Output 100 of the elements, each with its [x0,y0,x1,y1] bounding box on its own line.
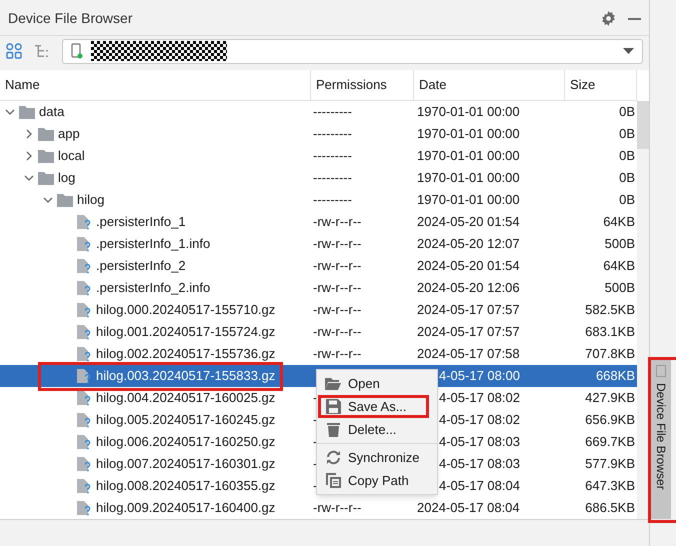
size-cell-text: 500B [604,235,635,254]
size-cell-text: 686.5KB [585,499,635,518]
column-header[interactable]: Name [0,70,311,100]
date-cell-text: 4-05-17 08:02 [439,411,520,430]
menu-item[interactable]: Copy Path [317,469,437,492]
date-cell-text: 2024-05-20 12:06 [417,279,520,298]
date-cell-text: 1970-01-01 00:00 [417,169,520,188]
size-cell-text: 64KB [603,213,635,232]
file-name[interactable]: app [58,124,80,144]
file-name[interactable]: hilog.001.20240517-155724.gz [96,322,276,342]
folder-icon [325,376,341,390]
date-cell-text: 2024-05-17 07:58 [417,345,520,364]
folder-icon [38,149,54,163]
grid-icon[interactable] [6,43,22,59]
file-name[interactable]: local [58,146,85,166]
chevron-right-icon[interactable] [24,129,34,139]
file-name[interactable]: .persisterInfo_2.info [96,278,210,298]
copy-icon [326,473,340,488]
device-dropdown[interactable] [62,38,643,64]
menu-item[interactable]: Save As... [317,395,437,418]
date-cell-text: 4-05-17 08:04 [439,477,520,496]
scrollbar[interactable] [637,70,649,519]
unknown-file-icon [76,478,92,494]
unknown-file-icon [76,236,92,252]
chevron-right-icon[interactable] [24,151,34,161]
date-cell-text: 4-05-17 08:03 [439,433,520,452]
unknown-file-icon [76,434,92,450]
folder-icon [38,171,54,185]
permissions-cell: -rw-r--r-- [313,236,362,252]
size-cell-text: 669.7KB [585,433,635,452]
date-cell-text: 2024-05-17 07:57 [417,323,520,342]
permissions-cell: -rw-r--r-- [313,346,362,362]
folder-icon [38,127,54,141]
permissions-cell: --------- [313,148,352,164]
size-cell-text: 668KB [596,367,635,386]
file-name[interactable]: hilog.005.20240517-160245.gz [96,410,276,430]
column-header[interactable]: Date [414,70,565,100]
file-name[interactable]: hilog [77,190,104,210]
unknown-file-icon [76,412,92,428]
date-cell-text: 2024-05-20 01:54 [417,257,520,276]
chevron-down-icon[interactable] [43,195,53,205]
size-cell-text: 0B [619,191,635,210]
permissions-cell: -rw-r--r-- [313,258,362,274]
date-cell-text: 1970-01-01 00:00 [417,103,520,122]
date-cell-text: 2024-05-17 07:57 [417,301,520,320]
file-name[interactable]: hilog.000.20240517-155710.gz [96,300,276,320]
file-name[interactable]: hilog.002.20240517-155736.gz [96,344,276,364]
size-cell-text: 0B [619,125,635,144]
menu-item[interactable]: Synchronize [317,446,437,469]
trash-icon [326,422,340,437]
size-cell-text: 0B [619,169,635,188]
unknown-file-icon [76,280,92,296]
unknown-file-icon [76,324,92,340]
size-cell-text: 577.9KB [585,455,635,474]
device-icon [71,43,83,59]
file-name[interactable]: hilog.006.20240517-160250.gz [96,432,276,452]
permissions-cell: -rw-r--r-- [313,500,362,516]
file-name[interactable]: .persisterInfo_1 [96,212,186,232]
size-cell-text: 683.1KB [585,323,635,342]
date-cell-text: 2024-05-20 01:54 [417,213,520,232]
date-cell-text: 1970-01-01 00:00 [417,147,520,166]
menu-item[interactable]: Delete... [317,418,437,441]
unknown-file-icon [76,368,92,384]
size-cell-text: 427.9KB [585,389,635,408]
menu-item[interactable]: Open [317,372,437,395]
side-tab[interactable]: Device File Browser [651,359,671,519]
chevron-down-icon[interactable] [5,107,15,117]
permissions-cell: --------- [313,170,352,186]
date-cell-text: 4-05-17 08:03 [439,455,520,474]
file-name[interactable]: log [58,168,76,188]
folder-icon [57,193,73,207]
size-cell-text: 0B [619,103,635,122]
size-cell-text: 64KB [603,257,635,276]
permissions-cell: -rw-r--r-- [313,324,362,340]
unknown-file-icon [76,214,92,230]
permissions-cell: -rw-r--r-- [313,214,362,230]
file-name[interactable]: .persisterInfo_1.info [96,234,210,254]
file-name[interactable]: hilog.008.20240517-160355.gz [96,476,276,496]
size-cell-text: 707.8KB [585,345,635,364]
date-cell-text: 1970-01-01 00:00 [417,191,520,210]
unknown-file-icon [76,500,92,516]
permissions-cell: --------- [313,192,352,208]
folder-icon [19,105,35,119]
file-name[interactable]: hilog.003.20240517-155833.gz [96,366,276,386]
date-cell-text: 1970-01-01 00:00 [417,125,520,144]
file-name[interactable]: data [39,102,64,122]
panel-title: Device File Browser [8,9,132,28]
unknown-file-icon [76,302,92,318]
file-name[interactable]: hilog.004.20240517-160025.gz [96,388,276,408]
settings-icon[interactable] [601,11,616,26]
permissions-cell: -rw-r--r-- [313,280,362,296]
file-name[interactable]: .persisterInfo_2 [96,256,186,276]
minimize-icon[interactable] [628,18,641,20]
file-name[interactable]: hilog.007.20240517-160301.gz [96,454,276,474]
chevron-down-icon[interactable] [24,173,34,183]
size-cell-text: 656.9KB [585,411,635,430]
column-header[interactable]: Permissions [311,70,414,100]
date-cell-text: 2024-05-20 12:07 [417,235,520,254]
permissions-cell: --------- [313,104,352,120]
file-name[interactable]: hilog.009.20240517-160400.gz [96,498,276,518]
